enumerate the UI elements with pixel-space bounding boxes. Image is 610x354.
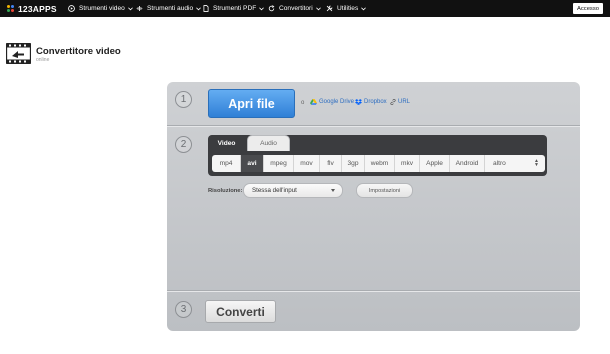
refresh-icon [268,5,275,12]
login-button[interactable]: Accesso [573,3,603,14]
logo[interactable]: 123APPS [7,3,57,14]
resolution-value: Stessa dell'input [252,187,297,194]
dropbox-icon [355,99,362,105]
resolution-select[interactable]: Stessa dell'input [243,183,343,198]
format-apple[interactable]: Apple [420,155,450,172]
format-webm[interactable]: webm [365,155,395,172]
step-divider [167,291,580,292]
format-flv[interactable]: flv [320,155,342,172]
page-title: Convertitore video [36,46,121,57]
tab-video[interactable]: Video [208,135,245,151]
converter-panel: 1 Apri file o Google Drive Dropbox URL 2… [167,82,580,331]
updown-icon: ▲ ▼ [534,158,539,168]
logo-icon [7,4,15,13]
nav-video-tools-label: Strumenti video [79,5,125,12]
waveform-icon [136,6,143,11]
convert-button[interactable]: Converti [205,300,276,323]
nav-utilities-label: Utilities [337,5,359,12]
nav-converters[interactable]: Convertitori [268,3,325,14]
google-drive-label: Google Drive [319,99,355,105]
logo-text: 123APPS [18,3,57,14]
top-navbar: 123APPS Strumenti video Strumenti audio … [0,0,610,17]
or-label: o [301,100,305,106]
dropbox-label: Dropbox [364,99,387,105]
format-avi[interactable]: avi [241,155,264,172]
chevron-down-icon [259,6,265,10]
url-link[interactable]: URL [390,99,410,105]
play-circle-icon [68,5,75,12]
dropbox-link[interactable]: Dropbox [355,99,387,105]
chevron-down-icon [127,6,133,10]
format-mp4[interactable]: mp4 [212,155,241,172]
url-label: URL [398,99,411,105]
step-divider [167,126,580,127]
step-1-number: 1 [175,91,192,108]
resolution-label: Risoluzione: [208,188,243,194]
step-3-number: 3 [175,301,192,318]
google-drive-icon [310,99,317,105]
google-drive-link[interactable]: Google Drive [310,99,354,105]
nav-pdf-tools[interactable]: Strumenti PDF [203,3,268,14]
link-icon [390,99,396,105]
format-mpeg[interactable]: mpeg [264,155,294,172]
format-more-label: altro [493,160,506,167]
chevron-down-icon [196,6,202,10]
format-android[interactable]: Android [450,155,485,172]
tools-icon [326,5,333,12]
video-converter-icon [6,43,31,64]
chevron-down-icon [361,6,367,10]
nav-converters-label: Convertitori [279,5,313,12]
settings-button[interactable]: Impostazioni [356,183,413,198]
format-more-select[interactable]: altro ▲ ▼ [485,155,545,172]
format-selector: mp4 avi mpeg mov flv 3gp webm mkv Apple … [212,155,545,172]
format-3gp[interactable]: 3gp [342,155,365,172]
nav-utilities[interactable]: Utilities [326,3,370,14]
page-subtitle: online [36,57,50,63]
nav-audio-tools[interactable]: Strumenti audio [136,3,205,14]
open-file-button[interactable]: Apri file [208,89,295,118]
step-2-number: 2 [175,136,192,153]
format-mkv[interactable]: mkv [395,155,420,172]
format-mov[interactable]: mov [294,155,320,172]
nav-video-tools[interactable]: Strumenti video [68,3,137,14]
caret-down-icon [331,189,335,192]
chevron-down-icon [315,6,321,10]
tab-audio[interactable]: Audio [247,135,290,151]
nav-audio-tools-label: Strumenti audio [147,5,194,12]
nav-pdf-tools-label: Strumenti PDF [213,5,257,12]
document-icon [203,5,209,12]
